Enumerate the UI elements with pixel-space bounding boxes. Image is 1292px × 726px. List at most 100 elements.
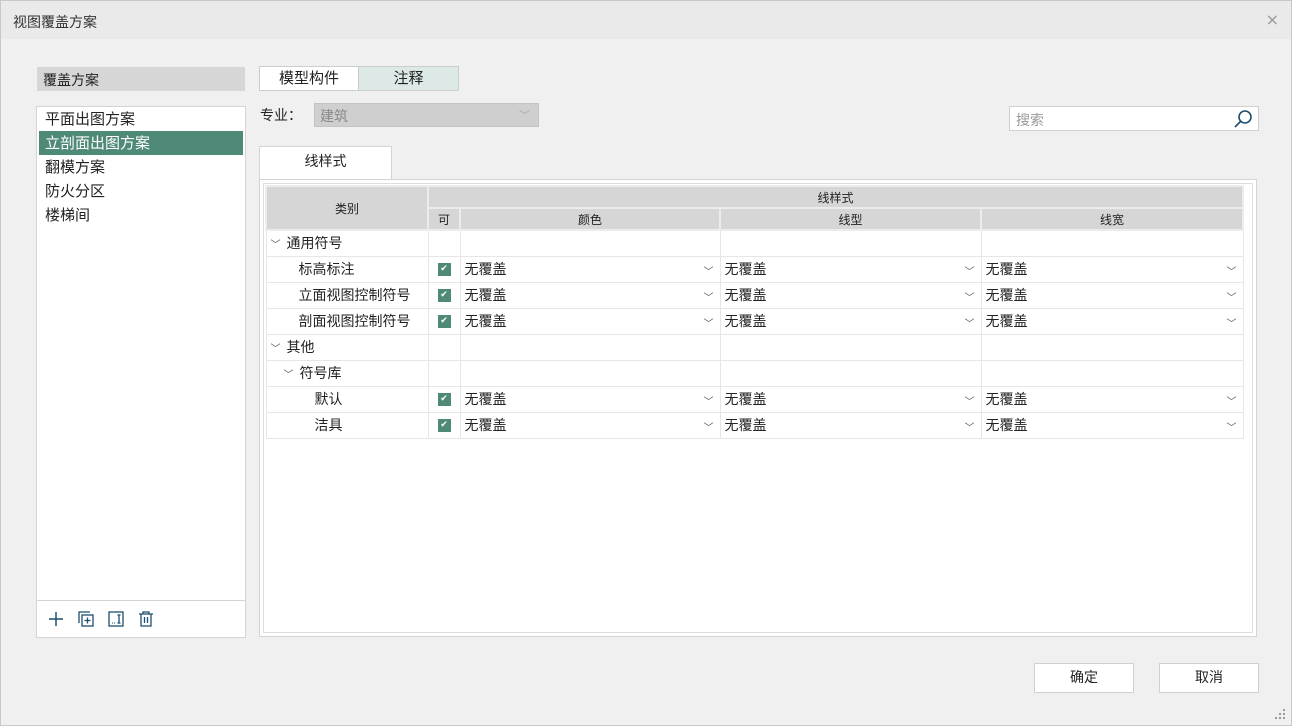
color-select[interactable]: 无覆盖 ﹀ — [459, 281, 721, 309]
chevron-down-icon: ﹀ — [964, 318, 975, 330]
search-input[interactable]: 搜索 — [1009, 106, 1259, 131]
chevron-down-icon: ﹀ — [703, 292, 714, 304]
resize-grip-icon[interactable] — [1273, 707, 1287, 721]
copy-icon[interactable] — [77, 610, 95, 628]
color-value: 无覆盖 — [464, 392, 507, 408]
linetype-select[interactable]: 无覆盖 ﹀ — [719, 281, 982, 309]
chevron-down-icon: ﹀ — [1226, 422, 1237, 434]
color-value: 无覆盖 — [464, 262, 507, 278]
category-name: 符号库 — [299, 366, 342, 382]
tab-line-style[interactable]: 线样式 — [259, 146, 392, 180]
scheme-item[interactable]: 防火分区 — [39, 179, 243, 203]
visible-cell[interactable]: ✔ — [427, 385, 461, 413]
linetype-value: 无覆盖 — [724, 288, 767, 304]
linewidth-value: 无覆盖 — [985, 288, 1028, 304]
chevron-down-icon: ﹀ — [964, 292, 975, 304]
table-row: 默认 ✔ 无覆盖 ﹀ 无覆盖 ﹀ 无覆盖 ﹀ — [265, 385, 1244, 413]
visible-cell[interactable]: ✔ — [427, 307, 461, 335]
header-visible: 可 — [427, 207, 461, 231]
search-icon[interactable] — [1232, 108, 1254, 130]
close-icon[interactable]: × — [1266, 10, 1279, 29]
color-select[interactable]: 无覆盖 ﹀ — [459, 255, 721, 283]
chevron-down-icon: ﹀ — [703, 422, 714, 434]
category-cell: 剖面视图控制符号 — [265, 307, 429, 335]
tab-model-components[interactable]: 模型构件 — [259, 66, 359, 91]
chevron-down-icon: ﹀ — [964, 422, 975, 434]
chevron-down-icon: ﹀ — [703, 318, 714, 330]
visible-cell[interactable]: ✔ — [427, 281, 461, 309]
discipline-label: 专业： — [260, 108, 302, 124]
table-row: 立面视图控制符号 ✔ 无覆盖 ﹀ 无覆盖 ﹀ 无覆盖 ﹀ — [265, 281, 1244, 309]
linetype-select[interactable]: 无覆盖 ﹀ — [719, 255, 982, 283]
category-cell[interactable]: ﹀ 符号库 — [265, 359, 429, 387]
linewidth-select[interactable]: 无覆盖 ﹀ — [980, 307, 1244, 335]
linewidth-select[interactable]: 无覆盖 ﹀ — [980, 281, 1244, 309]
header-linetype: 线型 — [719, 207, 982, 231]
scheme-item[interactable]: 楼梯间 — [39, 203, 243, 227]
window-title: 视图覆盖方案 — [13, 15, 97, 31]
linetype-value: 无覆盖 — [724, 418, 767, 434]
scheme-item[interactable]: 平面出图方案 — [39, 107, 243, 131]
visible-cell[interactable]: ✔ — [427, 411, 461, 439]
discipline-select[interactable]: 建筑 ﹀ — [314, 103, 539, 127]
chevron-down-icon[interactable]: ﹀ — [284, 370, 294, 381]
override-table: 类别 线样式 可颜色 线型 线宽 ﹀ 通用符号 标高标注 ✔ 无覆盖 ﹀ 无覆盖 ﹀ 无覆盖 ﹀ 立面视图… — [265, 185, 1244, 439]
tab-annotation[interactable]: 注释 — [358, 66, 459, 91]
category-cell[interactable]: ﹀ 通用符号 — [265, 229, 429, 257]
chevron-down-icon: ﹀ — [519, 109, 530, 122]
category-cell: 洁具 — [265, 411, 429, 439]
category-cell: 标高标注 — [265, 255, 429, 283]
chevron-down-icon: ﹀ — [1226, 318, 1237, 330]
linewidth-select[interactable]: 无覆盖 ﹀ — [980, 385, 1244, 413]
chevron-down-icon[interactable]: ﹀ — [271, 344, 281, 355]
search-placeholder: 搜索 — [1016, 113, 1044, 129]
linewidth-select[interactable]: 无覆盖 ﹀ — [980, 255, 1244, 283]
color-select[interactable]: 无覆盖 ﹀ — [459, 385, 721, 413]
category-cell: 默认 — [265, 385, 429, 413]
category-name: 洁具 — [314, 418, 343, 434]
checkbox-checked[interactable]: ✔ — [437, 288, 451, 302]
table-row: 洁具 ✔ 无覆盖 ﹀ 无覆盖 ﹀ 无覆盖 ﹀ — [265, 411, 1244, 439]
linewidth-select[interactable]: 无覆盖 ﹀ — [980, 411, 1244, 439]
table-row: ﹀ 符号库 — [265, 359, 1244, 387]
linetype-select[interactable]: 无覆盖 ﹀ — [719, 307, 982, 335]
category-name: 立面视图控制符号 — [298, 288, 411, 304]
category-cell: 立面视图控制符号 — [265, 281, 429, 309]
chevron-down-icon[interactable]: ﹀ — [271, 240, 281, 251]
checkbox-checked[interactable]: ✔ — [437, 262, 451, 276]
linewidth-value: 无覆盖 — [985, 418, 1028, 434]
cancel-button[interactable]: 取消 — [1159, 663, 1259, 693]
linewidth-value: 无覆盖 — [985, 392, 1028, 408]
scheme-item[interactable]: 立剖面出图方案 — [39, 131, 243, 155]
scheme-item[interactable]: 翻模方案 — [39, 155, 243, 179]
linetype-value: 无覆盖 — [724, 392, 767, 408]
table-row: ﹀ 其他 — [265, 333, 1244, 361]
linetype-select[interactable]: 无覆盖 ﹀ — [719, 411, 982, 439]
table-row: 标高标注 ✔ 无覆盖 ﹀ 无覆盖 ﹀ 无覆盖 ﹀ — [265, 255, 1244, 283]
chevron-down-icon: ﹀ — [964, 396, 975, 408]
chevron-down-icon: ﹀ — [703, 266, 714, 278]
visible-cell[interactable]: ✔ — [427, 255, 461, 283]
linetype-select[interactable]: 无覆盖 ﹀ — [719, 385, 982, 413]
table-row: ﹀ 通用符号 — [265, 229, 1244, 257]
override-table-container: 类别 线样式 可颜色 线型 线宽 ﹀ 通用符号 标高标注 ✔ 无覆盖 ﹀ 无覆盖 ﹀ 无覆盖 ﹀ 立面视图… — [263, 183, 1253, 633]
header-category: 类别 — [265, 185, 429, 231]
linewidth-value: 无覆盖 — [985, 314, 1028, 330]
checkbox-checked[interactable]: ✔ — [437, 314, 451, 328]
rename-icon[interactable] — [107, 610, 125, 628]
category-cell[interactable]: ﹀ 其他 — [265, 333, 429, 361]
delete-icon[interactable] — [137, 610, 155, 628]
add-icon[interactable] — [47, 610, 65, 628]
title-bar — [1, 1, 1291, 39]
ok-button[interactable]: 确定 — [1034, 663, 1134, 693]
chevron-down-icon: ﹀ — [1226, 292, 1237, 304]
line-style-panel: 类别 线样式 可颜色 线型 线宽 ﹀ 通用符号 标高标注 ✔ 无覆盖 ﹀ 无覆盖 ﹀ 无覆盖 ﹀ 立面视图… — [259, 179, 1257, 637]
header-line-style: 线样式 — [427, 185, 1244, 209]
checkbox-checked[interactable]: ✔ — [437, 418, 451, 432]
discipline-value: 建筑 — [320, 109, 348, 125]
list-toolbar — [36, 600, 246, 638]
checkbox-checked[interactable]: ✔ — [437, 392, 451, 406]
table-row: 剖面视图控制符号 ✔ 无覆盖 ﹀ 无覆盖 ﹀ 无覆盖 ﹀ — [265, 307, 1244, 335]
color-select[interactable]: 无覆盖 ﹀ — [459, 307, 721, 335]
color-select[interactable]: 无覆盖 ﹀ — [459, 411, 721, 439]
